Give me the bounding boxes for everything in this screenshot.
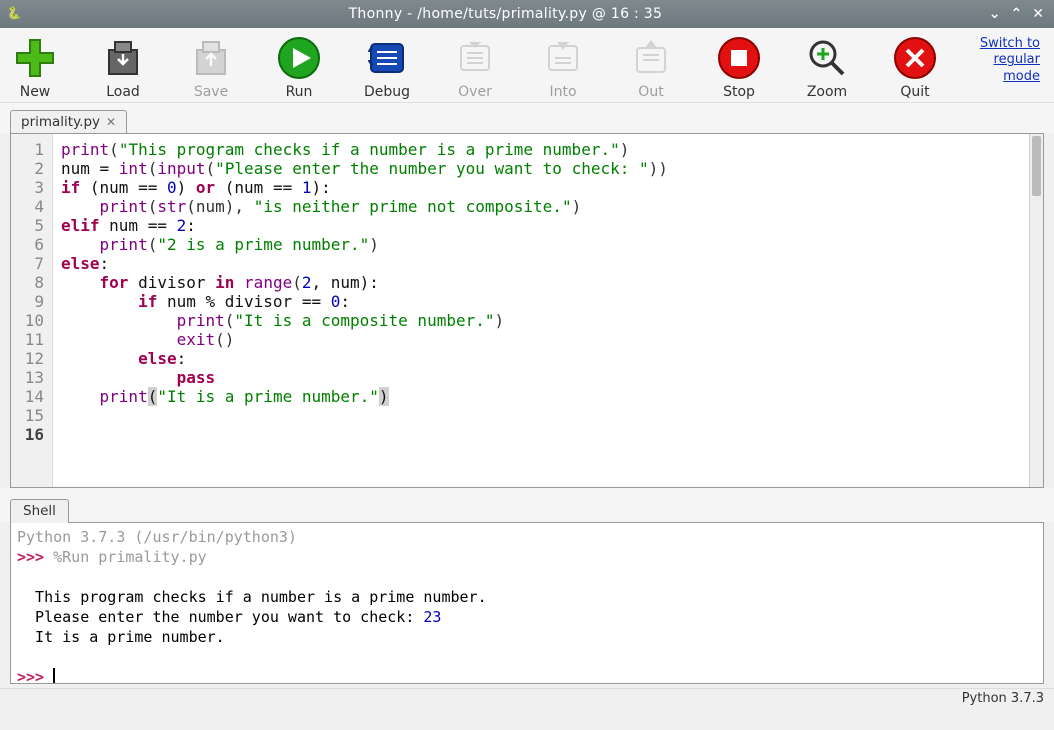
switch-mode-link[interactable]: Switch toregularmode xyxy=(980,36,1040,85)
save-button: Save xyxy=(186,34,236,100)
quit-icon xyxy=(891,34,939,82)
status-python-version[interactable]: Python 3.7.3 xyxy=(962,691,1044,706)
load-label: Load xyxy=(106,84,140,100)
app-icon: 🐍 xyxy=(6,6,22,22)
step-out-button: Out xyxy=(626,34,676,100)
maximize-icon[interactable]: ⌃ xyxy=(1011,6,1023,22)
new-button[interactable]: New xyxy=(10,34,60,100)
shell-tab[interactable]: Shell xyxy=(10,499,69,523)
shell-output-line: Please enter the number you want to chec… xyxy=(17,608,423,626)
zoom-button[interactable]: Zoom xyxy=(802,34,852,100)
debug-icon xyxy=(363,34,411,82)
toolbar: New Load Save Run Debug xyxy=(0,28,1054,103)
shell-user-input: 23 xyxy=(423,608,441,626)
code-area[interactable]: print("This program checks if a number i… xyxy=(53,134,1043,487)
window-controls: ⌄ ⌃ ✕ xyxy=(989,6,1048,22)
save-icon xyxy=(187,34,235,82)
shell-tab-label: Shell xyxy=(23,503,56,519)
shell-output-line: It is a prime number. xyxy=(17,628,225,646)
editor-tabs: primality.py ✕ xyxy=(0,103,1054,133)
debug-button[interactable]: Debug xyxy=(362,34,412,100)
stop-button[interactable]: Stop xyxy=(714,34,764,100)
line-gutter: 12345678910111213141516 xyxy=(11,134,53,487)
shell-panel: Python 3.7.3 (/usr/bin/python3) >>> %Run… xyxy=(10,522,1044,684)
stop-icon xyxy=(715,34,763,82)
plus-icon xyxy=(11,34,59,82)
close-icon[interactable]: ✕ xyxy=(1032,6,1044,22)
play-icon xyxy=(275,34,323,82)
text-cursor xyxy=(53,668,55,684)
step-over-button: Over xyxy=(450,34,500,100)
minimize-icon[interactable]: ⌄ xyxy=(989,6,1001,22)
into-label: Into xyxy=(549,84,576,100)
shell-prompt: >>> xyxy=(17,668,44,684)
shell-output-line: This program checks if a number is a pri… xyxy=(17,588,487,606)
shell-tabs: Shell xyxy=(0,488,1054,522)
quit-label: Quit xyxy=(900,84,929,100)
step-over-icon xyxy=(451,34,499,82)
over-label: Over xyxy=(458,84,492,100)
run-button[interactable]: Run xyxy=(274,34,324,100)
shell-interpreter: Python 3.7.3 (/usr/bin/python3) xyxy=(17,528,297,546)
shell-area[interactable]: Python 3.7.3 (/usr/bin/python3) >>> %Run… xyxy=(11,523,1043,684)
run-label: Run xyxy=(286,84,313,100)
status-bar: Python 3.7.3 xyxy=(0,688,1054,708)
shell-run-cmd: %Run primality.py xyxy=(53,548,207,566)
debug-label: Debug xyxy=(364,84,410,100)
zoom-label: Zoom xyxy=(807,84,847,100)
out-label: Out xyxy=(638,84,663,100)
load-icon xyxy=(99,34,147,82)
stop-label: Stop xyxy=(723,84,755,100)
load-button[interactable]: Load xyxy=(98,34,148,100)
file-tab[interactable]: primality.py ✕ xyxy=(10,110,127,134)
shell-prompt: >>> xyxy=(17,548,44,566)
window-title: Thonny - /home/tuts/primality.py @ 16 : … xyxy=(22,6,989,22)
editor-panel: 12345678910111213141516 print("This prog… xyxy=(10,133,1044,488)
step-into-icon xyxy=(539,34,587,82)
step-into-button: Into xyxy=(538,34,588,100)
code-editor[interactable]: 12345678910111213141516 print("This prog… xyxy=(11,134,1043,487)
close-tab-icon[interactable]: ✕ xyxy=(106,115,116,129)
quit-button[interactable]: Quit xyxy=(890,34,940,100)
zoom-icon xyxy=(803,34,851,82)
new-label: New xyxy=(20,84,51,100)
editor-scrollbar[interactable] xyxy=(1029,134,1043,487)
step-out-icon xyxy=(627,34,675,82)
save-label: Save xyxy=(194,84,228,100)
file-tab-label: primality.py xyxy=(21,114,100,130)
window-titlebar: 🐍 Thonny - /home/tuts/primality.py @ 16 … xyxy=(0,0,1054,28)
